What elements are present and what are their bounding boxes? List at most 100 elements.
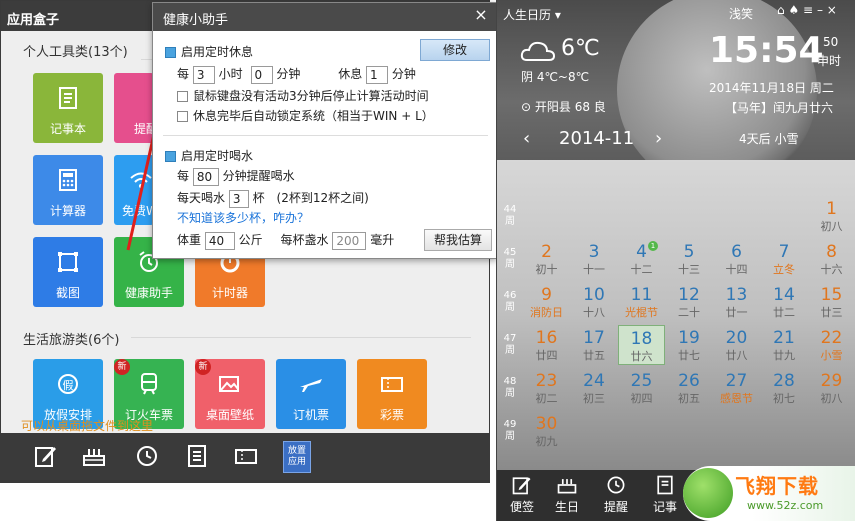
day-cell[interactable]: 20 廿八 [713,325,760,365]
day-cell[interactable]: 8 十六 [808,239,855,279]
cup-volume-input[interactable]: 200 [332,231,367,250]
notes-icon[interactable] [184,443,210,469]
day-cell[interactable]: 25 初四 [618,368,665,408]
rest-interval-row: 每 3 小时 0 分钟 休息 1 分钟 [177,65,416,84]
day-cell[interactable]: 21 廿九 [761,325,808,365]
place-app-button[interactable]: 放置 应用 [283,441,311,473]
place-app-label-1: 放置 [287,446,306,456]
estimate-button[interactable]: 帮我估算 [424,229,492,251]
minutes-input[interactable]: 0 [250,65,273,84]
day-cell[interactable]: 5 十三 [666,239,713,279]
cloudy-icon [520,41,556,61]
tile-label: 订机票 [292,408,329,422]
mouse-idle-checkbox[interactable] [177,91,188,102]
day-cell[interactable]: 16 廿四 [523,325,570,365]
day-cell[interactable]: 13 廿一 [713,282,760,322]
rest-enable-row[interactable]: 启用定时休息 [165,43,253,60]
menu-icon[interactable]: ≡ [803,3,813,17]
day-cell[interactable]: 14 廿二 [761,282,808,322]
water-enable-row[interactable]: 启用定时喝水 [165,147,253,164]
hours-input[interactable]: 3 [192,65,215,84]
lunar-label: 十三 [678,263,700,276]
day-cell[interactable]: 24 初三 [571,368,618,408]
close-button[interactable]: × [472,6,490,24]
day-cell[interactable]: 19 廿七 [666,325,713,365]
chevron-down-icon: ▾ [554,8,561,22]
day-cell[interactable]: 18 廿六 [618,325,665,365]
day-number: 6 [731,242,742,262]
week-number: 49 周 [503,419,517,442]
day-cell[interactable]: 30 初九 [523,411,570,451]
day-cell[interactable]: 6 十四 [713,239,760,279]
mouse-idle-label: 鼠标键盘没有活动3分钟后停止计算活动时间 [193,89,429,103]
calendar-app-name[interactable]: 人生日历 ▾ [503,6,561,23]
app-name-text: 人生日历 [503,8,552,22]
mouse-idle-option[interactable]: 鼠标键盘没有活动3分钟后停止计算活动时间 [177,87,429,104]
calendar-header: 人生日历 ▾ 浅笑 ⌂ ♠ ≡ – × 6℃ 阴 4℃~8℃ ⊙ 开阳县 68 … [497,0,855,190]
tile-flight-ticket[interactable]: 订机票 [276,359,346,429]
shirt-icon[interactable]: ♠ [788,3,799,17]
day-cell[interactable]: 12 二十 [666,282,713,322]
next-month-button[interactable]: › [655,128,662,149]
day-cell[interactable]: 22 小雪 [808,325,855,365]
how-much-link[interactable]: 不知道该多少杯，咋办？ [177,209,309,226]
window-controls[interactable]: ⌂ ♠ ≡ – × [777,3,837,17]
minimize-icon[interactable]: – [817,3,823,17]
day-cell[interactable]: 23 初二 [523,368,570,408]
train-icon [141,373,157,395]
lunar-label: 初九 [535,435,558,448]
current-month: 2014-11 [559,128,635,149]
day-cell[interactable]: 3 十一 [571,239,618,279]
lunar-label: 十二 [630,263,653,276]
auto-lock-label: 休息完毕后自动锁定系统（相当于WIN + L） [193,109,434,123]
ticket-icon[interactable] [233,443,259,469]
day-cell[interactable]: 4 十二 1 [618,239,665,279]
day-cell[interactable]: 11 光棍节 [618,282,665,322]
clock-icon[interactable] [134,443,160,469]
diary-button[interactable]: 记事 [645,474,685,515]
home-icon[interactable]: ⌂ [777,3,785,17]
day-number: 18 [630,329,653,349]
clock-icon [607,476,625,494]
tile-screenshot[interactable]: 截图 [33,237,103,307]
day-number: 20 [725,328,748,348]
prev-month-button[interactable]: ‹ [523,128,530,149]
seconds: 50 [823,35,839,49]
modify-button[interactable]: 修改 [420,39,490,61]
rest-enable-checkbox[interactable] [165,47,176,58]
lunar-label: 光棍节 [625,306,658,319]
theme-label[interactable]: 浅笑 [729,5,753,22]
tile-calculator[interactable]: 计算器 [33,155,103,225]
weight-input[interactable]: 40 [204,231,235,250]
day-cell[interactable]: 26 初五 [666,368,713,408]
edit-icon[interactable] [33,443,59,469]
day-cell[interactable]: 27 感恩节 [713,368,760,408]
tile-label: 截图 [55,286,80,300]
tile-lottery[interactable]: 彩票 [357,359,427,429]
birthday-cake-icon[interactable] [81,443,107,469]
day-cell[interactable]: 10 十八 [571,282,618,322]
notepad-icon [59,87,77,109]
water-enable-checkbox[interactable] [165,151,176,162]
day-cell[interactable]: 9 消防日 [523,282,570,322]
day-cell[interactable]: 15 廿三 [808,282,855,322]
auto-lock-option[interactable]: 休息完毕后自动锁定系统（相当于WIN + L） [177,107,434,124]
reminder-button[interactable]: 提醒 [596,474,636,515]
sticky-note-button[interactable]: 便签 [502,474,542,515]
close-icon[interactable]: × [827,3,837,17]
day-cell[interactable]: 28 初七 [761,368,808,408]
rest-minutes-input[interactable]: 1 [366,65,389,84]
tile-notepad[interactable]: 记事本 [33,73,103,143]
auto-lock-checkbox[interactable] [177,111,188,122]
day-cell[interactable]: 7 立冬 [761,239,808,279]
day-number: 3 [588,242,600,262]
day-cell[interactable]: 1 初八 [808,196,855,236]
day-cell[interactable]: 2 初十 [523,239,570,279]
day-cell[interactable]: 17 廿五 [571,325,618,365]
lunar-label: 初七 [773,392,795,405]
day-cell[interactable]: 29 初八 [808,368,855,408]
daily-cups-input[interactable]: 3 [228,189,249,208]
birthday-button[interactable]: 生日 [547,474,587,515]
current-date: 2014年11月18日 周二 [709,81,834,95]
water-interval-input[interactable]: 80 [192,167,219,186]
